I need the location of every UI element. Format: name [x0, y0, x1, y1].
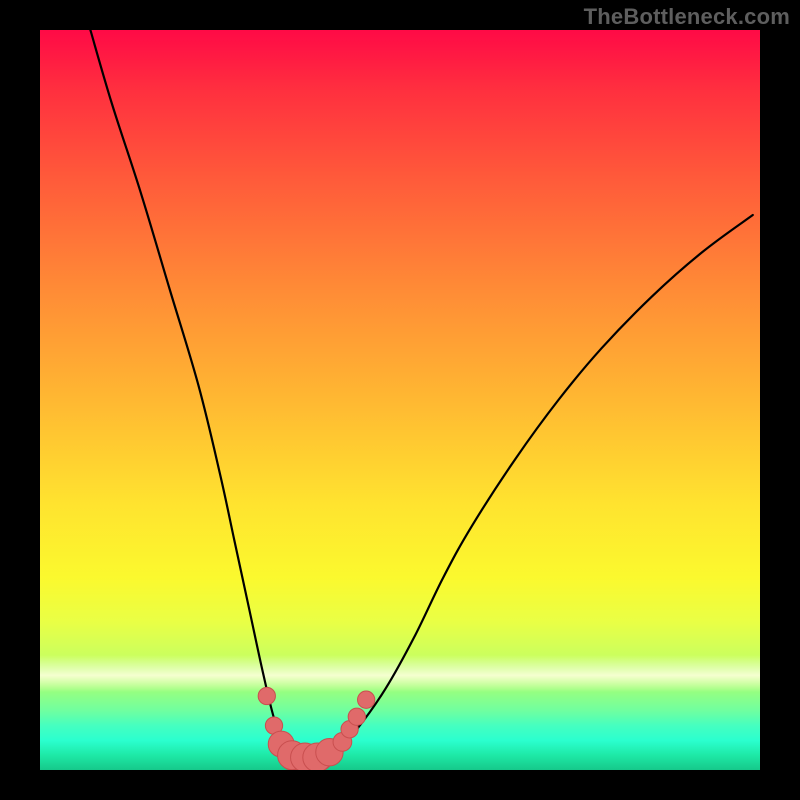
near-bottom-band — [40, 655, 760, 692]
chart-stage: TheBottleneck.com — [0, 0, 800, 800]
plot-area — [40, 30, 760, 770]
watermark-text: TheBottleneck.com — [584, 4, 790, 30]
